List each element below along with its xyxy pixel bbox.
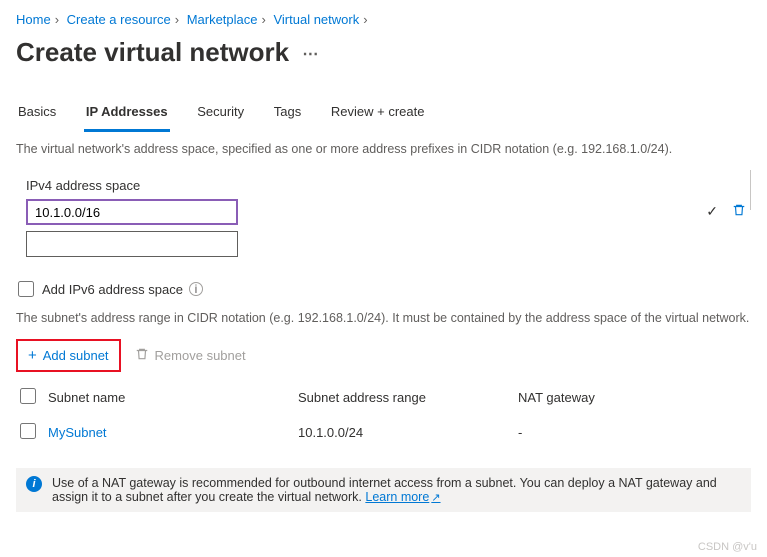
breadcrumb-link[interactable]: Virtual network (273, 12, 359, 27)
trash-icon (732, 203, 746, 217)
external-link-icon: ↗ (431, 492, 440, 504)
tab-bar: Basics IP Addresses Security Tags Review… (16, 98, 751, 132)
tab-review-create[interactable]: Review + create (329, 98, 427, 129)
col-header-range: Subnet address range (298, 390, 518, 405)
chevron-right-icon: › (363, 12, 367, 27)
breadcrumb-link[interactable]: Home (16, 12, 51, 27)
checkmark-icon: ✓ (706, 203, 718, 220)
chevron-right-icon: › (262, 12, 266, 27)
ipv4-address-input[interactable] (26, 199, 238, 225)
breadcrumb: Home › Create a resource › Marketplace › Vi… (16, 8, 751, 31)
subnet-range: 10.1.0.0/24 (298, 425, 518, 440)
info-icon: i (26, 476, 42, 492)
add-ipv6-label: Add IPv6 address space (42, 282, 183, 297)
subnet-name-link[interactable]: MySubnet (48, 425, 107, 440)
watermark: CSDN @v'u (698, 541, 757, 553)
plus-icon: + (28, 347, 37, 364)
info-icon[interactable]: i (189, 282, 203, 296)
tab-security[interactable]: Security (195, 98, 246, 129)
divider (750, 170, 751, 210)
learn-more-link[interactable]: Learn more↗ (365, 490, 440, 504)
subnet-table: Subnet name Subnet address range NAT gat… (16, 380, 751, 450)
page-title: Create virtual network ⋯ (16, 37, 751, 68)
ipv4-address-input-empty[interactable] (26, 231, 238, 257)
tab-ip-addresses[interactable]: IP Addresses (84, 98, 170, 132)
breadcrumb-link[interactable]: Create a resource (67, 12, 171, 27)
remove-subnet-button: Remove subnet (135, 347, 246, 364)
subnet-description: The subnet's address range in CIDR notat… (16, 311, 751, 325)
breadcrumb-link[interactable]: Marketplace (187, 12, 258, 27)
col-header-name: Subnet name (48, 390, 298, 405)
nat-gateway-notice: i Use of a NAT gateway is recommended fo… (16, 468, 751, 512)
tab-basics[interactable]: Basics (16, 98, 58, 129)
select-all-subnets-checkbox[interactable] (20, 388, 36, 404)
add-ipv6-checkbox[interactable] (18, 281, 34, 297)
more-actions-button[interactable]: ⋯ (302, 46, 318, 63)
delete-address-button[interactable] (728, 203, 750, 221)
col-header-nat: NAT gateway (518, 390, 751, 405)
tab-tags[interactable]: Tags (272, 98, 303, 129)
table-row: MySubnet 10.1.0.0/24 - (16, 415, 751, 450)
chevron-right-icon: › (175, 12, 179, 27)
trash-icon (135, 347, 149, 364)
subnet-nat: - (518, 425, 751, 440)
chevron-right-icon: › (55, 12, 59, 27)
address-space-description: The virtual network's address space, spe… (16, 142, 751, 156)
select-subnet-checkbox[interactable] (20, 423, 36, 439)
add-subnet-button[interactable]: + Add subnet (16, 339, 121, 372)
ipv4-address-space-label: IPv4 address space (26, 178, 750, 193)
